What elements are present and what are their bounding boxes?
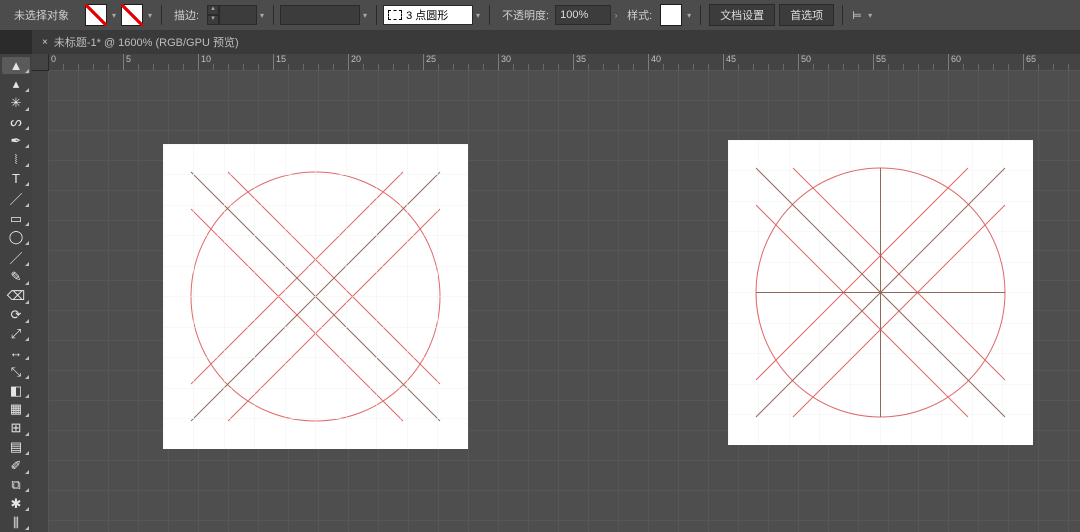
blend-tool[interactable]: ⧉: [2, 477, 30, 494]
style-dd[interactable]: ▾: [684, 5, 694, 25]
document-setup-button[interactable]: 文档设置: [709, 4, 775, 26]
control-bar: 未选择对象 ▾ ▾ 描边: ▴▾ ▾ ▾ 3 点圆形 ▾ 不透明度: 100% …: [0, 0, 1080, 31]
eyedropper-tool[interactable]: ✐: [2, 458, 30, 475]
type-tool[interactable]: T: [2, 170, 30, 187]
ruler-tick: 40: [648, 54, 661, 70]
stroke-swatch[interactable]: [121, 4, 143, 26]
shape-builder-tool[interactable]: ◧: [2, 382, 30, 399]
symbol-sprayer-tool[interactable]: ✱: [2, 495, 30, 512]
ruler-tick: 60: [948, 54, 961, 70]
stroke-dropdown[interactable]: ▾: [145, 5, 155, 25]
ruler-tick: 15: [273, 54, 286, 70]
ruler-tick: 30: [498, 54, 511, 70]
gradient-tool[interactable]: ▤: [2, 439, 30, 456]
ruler-origin[interactable]: [32, 54, 49, 71]
ruler-tick: 0: [48, 54, 56, 70]
eraser-tool[interactable]: ⌫: [2, 288, 30, 305]
ellipse-tool[interactable]: ◯: [2, 229, 30, 246]
paintbrush-tool[interactable]: ／: [2, 248, 30, 267]
ruler-tick: 10: [198, 54, 211, 70]
direct-select-tool[interactable]: ▴: [2, 76, 30, 93]
artboard-1[interactable]: [163, 144, 468, 449]
rotate-tool[interactable]: ⟳: [2, 307, 30, 324]
fill-swatch[interactable]: [85, 4, 107, 26]
style-label: 样式:: [627, 7, 652, 23]
align-dd[interactable]: ▾: [865, 5, 875, 25]
toolbox: ▲ ▴ ✳ ᔕ ✒⦚ T ／ ▭ ◯ ／ ✎ ⌫ ⟳ ⤢↔ ⤡ ◧ ▦ ⊞ ▤ ✐ ⧉✱ ⫼: [0, 54, 33, 532]
opacity-dd[interactable]: ›: [611, 5, 621, 25]
brush-def-dd[interactable]: ▾: [473, 5, 483, 25]
document-tab[interactable]: × 未标题-1* @ 1600% (RGB/GPU 预览): [32, 34, 249, 50]
curvature-tool[interactable]: ⦚: [2, 151, 30, 168]
selection-tool[interactable]: ▲: [2, 57, 30, 74]
ruler-tick: 45: [723, 54, 736, 70]
scale-tool[interactable]: ⤢: [2, 326, 30, 343]
lasso-tool[interactable]: ᔕ: [2, 114, 30, 131]
ruler-tick: 35: [573, 54, 586, 70]
magic-wand-tool[interactable]: ✳: [2, 95, 30, 112]
stroke-profile-dd[interactable]: ▾: [360, 5, 370, 25]
ruler-tick: 20: [348, 54, 361, 70]
perspective-grid-tool[interactable]: ▦: [2, 401, 30, 418]
ruler-tick: 25: [423, 54, 436, 70]
artboard-2[interactable]: [728, 140, 1033, 445]
mesh-tool[interactable]: ⊞: [2, 420, 30, 437]
align-icon[interactable]: ⊨: [849, 7, 865, 23]
stroke-width-spinner[interactable]: ▴▾: [207, 5, 219, 25]
opacity-input[interactable]: 100%: [555, 5, 611, 25]
stroke-profile[interactable]: [280, 5, 360, 25]
canvas[interactable]: [48, 70, 1080, 532]
column-graph-tool[interactable]: ⫼: [2, 514, 30, 531]
horizontal-ruler[interactable]: 0510152025303540455055606570: [32, 54, 1080, 71]
stroke-width-label: 描边:: [174, 7, 199, 23]
ruler-tick: 55: [873, 54, 886, 70]
document-tabs: × 未标题-1* @ 1600% (RGB/GPU 预览): [32, 30, 1080, 55]
ruler-tick: 5: [123, 54, 131, 70]
pen-tool[interactable]: ✒: [2, 133, 30, 150]
ruler-tick: 50: [798, 54, 811, 70]
fill-dropdown[interactable]: ▾: [109, 5, 119, 25]
line-tool[interactable]: ／: [2, 189, 30, 208]
pencil-tool[interactable]: ✎: [2, 269, 30, 286]
opacity-label: 不透明度:: [502, 7, 549, 23]
stroke-width-dd[interactable]: ▾: [257, 5, 267, 25]
selection-status: 未选择对象: [14, 7, 69, 23]
stroke-width-input[interactable]: [219, 5, 257, 25]
tab-title: 未标题-1* @ 1600% (RGB/GPU 预览): [54, 34, 239, 50]
vertical-ruler[interactable]: [32, 70, 49, 532]
preferences-button[interactable]: 首选项: [779, 4, 834, 26]
brush-def[interactable]: 3 点圆形: [383, 5, 473, 25]
width-tool[interactable]: ↔: [2, 344, 30, 361]
free-transform-tool[interactable]: ⤡: [2, 363, 30, 380]
ruler-tick: 65: [1023, 54, 1036, 70]
rectangle-tool[interactable]: ▭: [2, 210, 30, 227]
style-swatch[interactable]: [660, 4, 682, 26]
close-tab-icon[interactable]: ×: [42, 37, 48, 48]
